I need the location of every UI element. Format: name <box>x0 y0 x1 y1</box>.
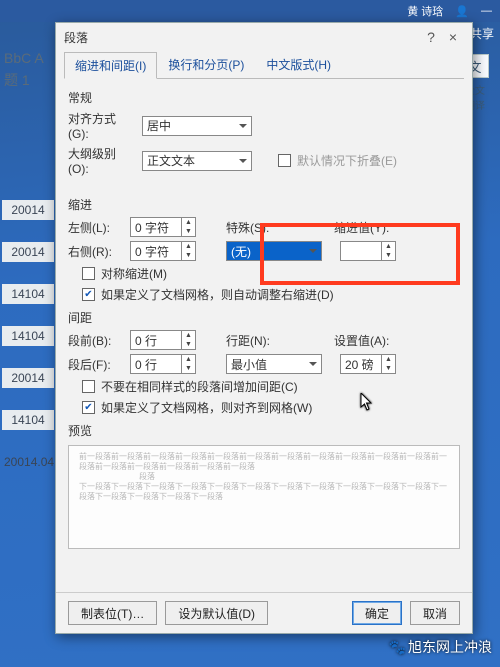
mirror-indent-checkbox[interactable] <box>82 267 95 280</box>
alignment-label: 对齐方式(G): <box>68 110 136 141</box>
dialog-tabs: 缩进和间距(I) 换行和分页(P) 中文版式(H) <box>56 51 472 78</box>
bg-cell: 20014 <box>2 242 54 262</box>
cursor-icon <box>360 393 374 411</box>
ok-button[interactable]: 确定 <box>352 601 402 625</box>
close-button[interactable]: × <box>442 29 464 45</box>
paragraph-dialog: 段落 ? × 缩进和间距(I) 换行和分页(P) 中文版式(H) 常规 对齐方式… <box>55 22 473 634</box>
spin-down-icon[interactable]: ▼ <box>182 251 195 260</box>
snap-to-grid-label: 如果定义了文档网格，则对齐到网格(W) <box>101 399 312 416</box>
spin-down-icon[interactable]: ▼ <box>182 340 195 349</box>
bg-data-column: 20014 20014 14104 14104 20014 14104 2001… <box>2 200 54 472</box>
spin-down-icon[interactable]: ▼ <box>182 364 195 373</box>
tab-indent-spacing[interactable]: 缩进和间距(I) <box>64 52 157 79</box>
tab-asian-typography[interactable]: 中文版式(H) <box>255 51 342 78</box>
section-spacing: 间距 <box>56 305 472 328</box>
bg-cell: 20014 <box>2 200 54 220</box>
user-icon: 👤 <box>455 5 469 18</box>
tab-line-page-breaks[interactable]: 换行和分页(P) <box>157 51 255 78</box>
bg-style-area: BbC A 题 1 <box>0 50 45 94</box>
spin-up-icon[interactable]: ▲ <box>382 242 395 251</box>
tabs-button[interactable]: 制表位(T)… <box>68 601 157 625</box>
bg-cell: 14104 <box>2 284 54 304</box>
indent-left-spinner[interactable]: 0 字符 ▲▼ <box>130 217 196 237</box>
at-label: 设置值(A): <box>334 332 389 349</box>
line-spacing-combo[interactable]: 最小值 <box>226 354 322 374</box>
mirror-indent-label: 对称缩进(M) <box>101 265 167 282</box>
section-indent: 缩进 <box>56 192 472 215</box>
spin-up-icon[interactable]: ▲ <box>182 331 195 340</box>
watermark: 旭东网上冲浪 <box>389 637 492 657</box>
auto-adjust-right-checkbox[interactable] <box>82 288 95 301</box>
app-titlebar: 黄 诗琀 👤 — <box>0 0 500 22</box>
line-spacing-label: 行距(N): <box>226 332 282 349</box>
bg-cell: 20014.04 <box>2 452 54 472</box>
space-after-label: 段后(F): <box>68 356 124 373</box>
indent-by-label: 缩进值(Y): <box>334 219 389 236</box>
indent-right-label: 右侧(R): <box>68 243 124 260</box>
spin-down-icon[interactable]: ▼ <box>382 364 395 373</box>
no-space-same-style-checkbox[interactable] <box>82 380 95 393</box>
section-general: 常规 <box>56 85 472 108</box>
section-preview: 预览 <box>56 418 472 441</box>
space-before-label: 段前(B): <box>68 332 124 349</box>
spin-down-icon[interactable]: ▼ <box>382 251 395 260</box>
outline-combo[interactable]: 正文文本 <box>142 151 252 171</box>
special-label: 特殊(S): <box>226 219 282 236</box>
set-default-button[interactable]: 设为默认值(D) <box>165 601 268 625</box>
indent-left-label: 左侧(L): <box>68 219 124 236</box>
bg-cell: 20014 <box>2 368 54 388</box>
spin-up-icon[interactable]: ▲ <box>182 355 195 364</box>
indent-right-spinner[interactable]: 0 字符 ▲▼ <box>130 241 196 261</box>
snap-to-grid-checkbox[interactable] <box>82 401 95 414</box>
spin-down-icon[interactable]: ▼ <box>182 227 195 236</box>
preview-box: 前一段落前一段落前一段落前一段落前一段落前一段落前一段落前一段落前一段落前一段落… <box>68 445 460 549</box>
window-min-icon[interactable]: — <box>481 5 492 17</box>
dialog-title: 段落 <box>64 29 88 46</box>
dialog-button-bar: 制表位(T)… 设为默认值(D) 确定 取消 <box>56 592 472 633</box>
collapse-label: 默认情况下折叠(E) <box>297 152 397 169</box>
spin-up-icon[interactable]: ▲ <box>182 218 195 227</box>
spin-up-icon[interactable]: ▲ <box>382 355 395 364</box>
bg-cell: 14104 <box>2 410 54 430</box>
space-before-spinner[interactable]: 0 行 ▲▼ <box>130 330 196 350</box>
at-spinner[interactable]: 20 磅 ▲▼ <box>340 354 396 374</box>
auto-adjust-right-label: 如果定义了文档网格，则自动调整右缩进(D) <box>101 286 334 303</box>
user-name: 黄 诗琀 <box>407 3 443 19</box>
help-button[interactable]: ? <box>420 29 442 45</box>
special-indent-combo[interactable]: (无) <box>226 241 322 261</box>
no-space-same-style-label: 不要在相同样式的段落间增加间距(C) <box>101 378 298 395</box>
indent-by-spinner[interactable]: ▲▼ <box>340 241 396 261</box>
outline-label: 大纲级别(O): <box>68 145 136 176</box>
spin-up-icon[interactable]: ▲ <box>182 242 195 251</box>
collapse-checkbox[interactable] <box>278 154 291 167</box>
cancel-button[interactable]: 取消 <box>410 601 460 625</box>
bg-cell: 14104 <box>2 326 54 346</box>
space-after-spinner[interactable]: 0 行 ▲▼ <box>130 354 196 374</box>
alignment-combo[interactable]: 居中 <box>142 116 252 136</box>
